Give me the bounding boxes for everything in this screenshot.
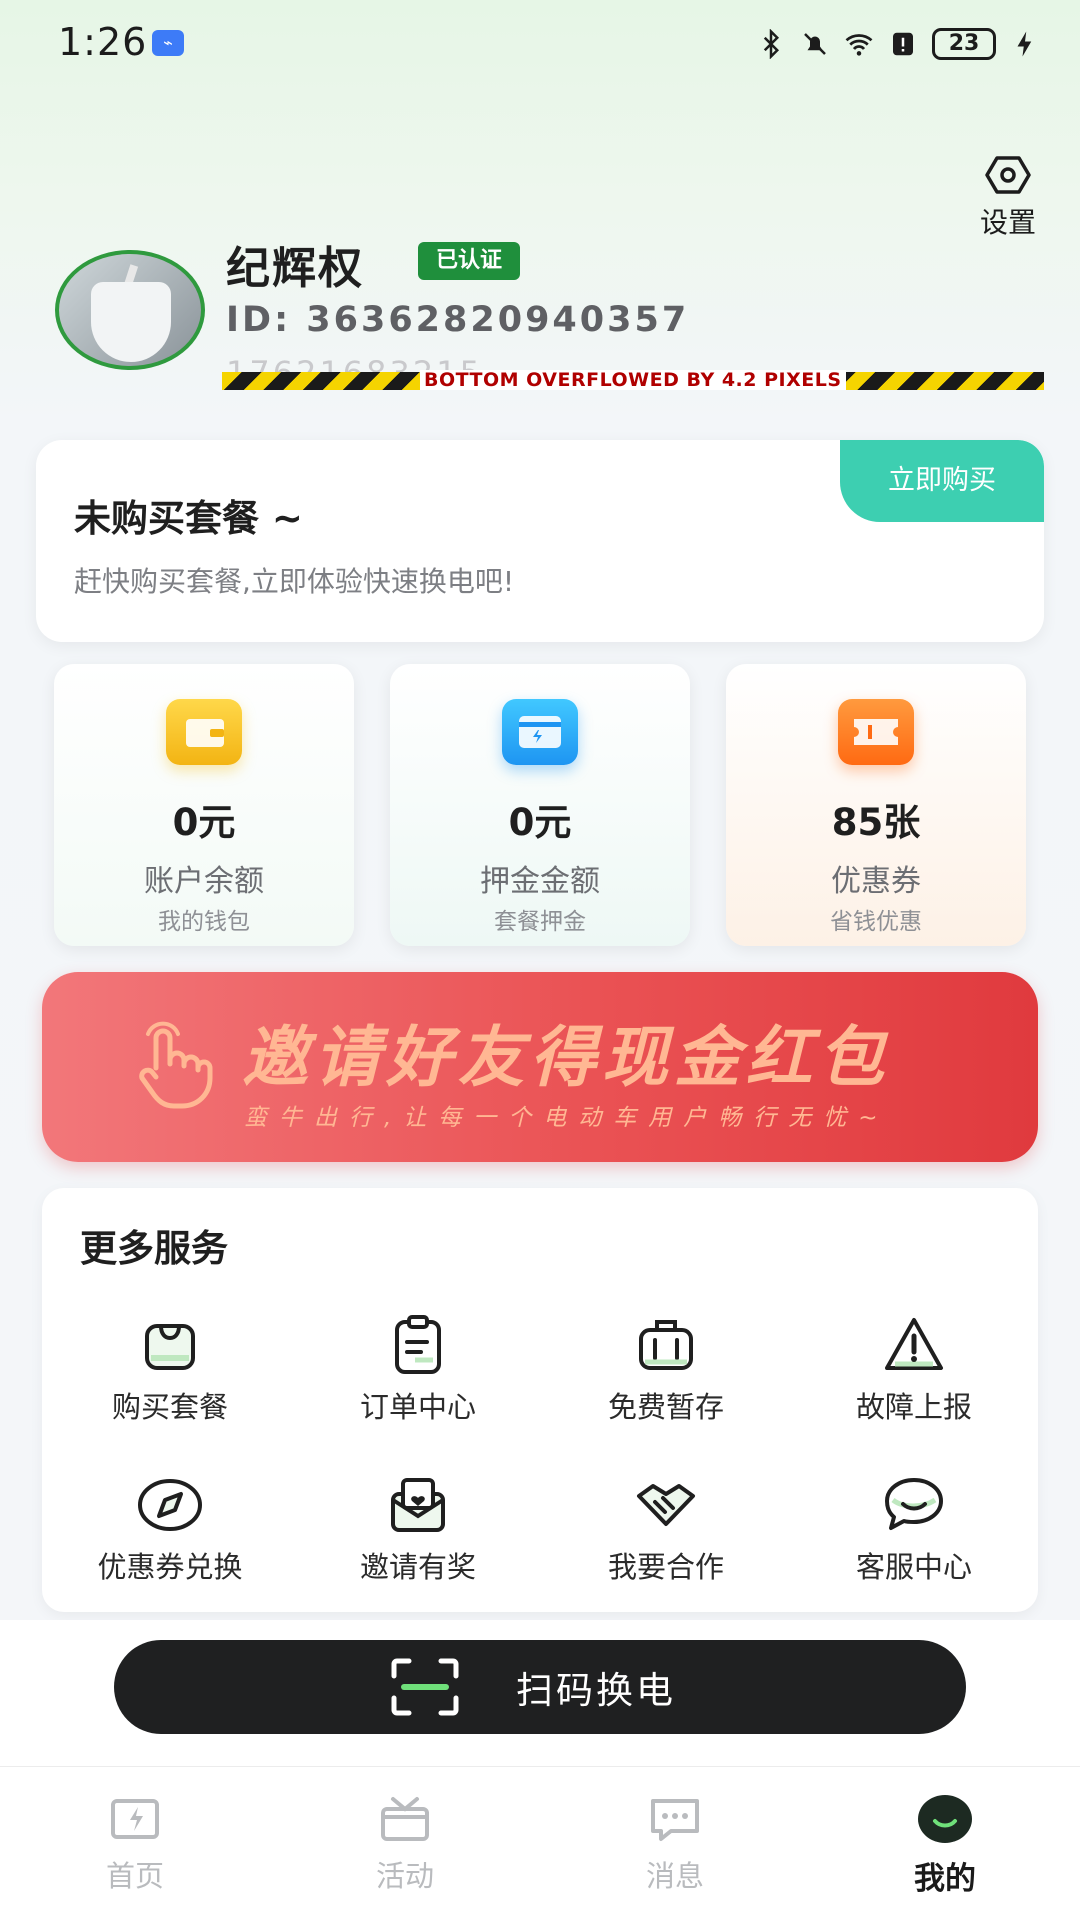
coupon-sub: 省钱优惠	[830, 909, 922, 935]
alert-icon	[893, 32, 913, 56]
nav-label: 活动	[375, 1859, 434, 1893]
more-services-title: 更多服务	[80, 1227, 228, 1270]
scan-label: 扫码换电	[516, 1669, 676, 1712]
shopping-bag-icon	[145, 1324, 195, 1370]
service-label: 优惠券兑换	[97, 1550, 243, 1584]
service-free-storage[interactable]: 免费暂存	[546, 1314, 786, 1434]
service-label: 故障上报	[855, 1390, 972, 1424]
avatar[interactable]	[55, 250, 205, 370]
luggage-icon	[639, 1320, 693, 1370]
deposit-label: 押金金额	[480, 864, 600, 899]
settings-label: 设置	[979, 206, 1036, 239]
invite-banner-title: 邀请好友得现金红包	[242, 1019, 890, 1096]
scan-icon	[391, 1658, 459, 1716]
wallet-icon	[166, 699, 242, 765]
invite-banner[interactable]: 邀请好友得现金红包 蛮牛出行,让每一个电动车用户畅行无忧~	[42, 972, 1038, 1162]
bell-muted-icon	[804, 33, 826, 55]
compass-icon	[138, 1479, 202, 1531]
home-battery-icon	[111, 1799, 159, 1839]
verified-badge: 已认证	[418, 242, 521, 280]
status-icons: 23	[756, 24, 1040, 64]
nav-label: 我的	[914, 1861, 976, 1897]
card-icon	[502, 699, 578, 765]
profile-face-icon	[918, 1795, 972, 1843]
deposit-sub: 套餐押金	[494, 909, 586, 935]
buy-now-button[interactable]: 立即购买	[840, 440, 1044, 522]
settings-hex-icon	[985, 156, 1031, 194]
balance-value: 0元	[172, 801, 236, 844]
status-time: 1:26	[58, 20, 148, 64]
package-card: 未购买套餐 ~ 赶快购买套餐,立即体验快速换电吧! 立即购买	[36, 440, 1044, 642]
message-icon	[651, 1799, 699, 1841]
service-label: 邀请有奖	[359, 1550, 476, 1584]
bluetooth-icon	[763, 29, 780, 59]
gift-envelope-icon	[391, 1478, 445, 1532]
gift-box-icon	[381, 1797, 429, 1841]
service-cooperation[interactable]: 我要合作	[546, 1474, 786, 1594]
warning-icon	[885, 1318, 943, 1370]
deposit-value: 0元	[508, 801, 572, 844]
nav-label: 首页	[105, 1859, 164, 1893]
service-label: 我要合作	[607, 1550, 724, 1584]
scan-swap-button[interactable]: 扫码换电	[114, 1640, 966, 1734]
nav-activity[interactable]: 活动	[325, 1793, 485, 1895]
overflow-warning-text: BOTTOM OVERFLOWED BY 4.2 PIXELS	[420, 370, 846, 390]
battery-indicator: 23	[932, 28, 996, 60]
invite-banner-subtitle: 蛮牛出行,让每一个电动车用户畅行无忧~	[244, 1105, 890, 1131]
service-label: 订单中心	[359, 1390, 476, 1424]
service-order-center[interactable]: 订单中心	[298, 1314, 538, 1434]
service-coupon-exchange[interactable]: 优惠券兑换	[50, 1474, 290, 1594]
nav-home[interactable]: 首页	[55, 1793, 215, 1895]
balance-sub: 我的钱包	[158, 909, 250, 935]
pointing-hand-icon	[139, 1021, 213, 1109]
coupon-label: 优惠券	[831, 864, 921, 899]
clipboard-icon	[395, 1315, 441, 1374]
service-label: 客服中心	[855, 1550, 972, 1584]
more-services-card: 更多服务 购买套餐 订单中心 免费暂存 故障上报 优惠券兑换 邀请有奖 我要合作…	[42, 1188, 1038, 1612]
nav-mine[interactable]: 我的	[865, 1793, 1025, 1898]
handshake-icon	[637, 1484, 695, 1526]
service-label: 购买套餐	[111, 1390, 228, 1424]
deposit-card[interactable]: 0元 押金金额 套餐押金	[390, 664, 690, 946]
chat-bubble-icon	[885, 1478, 943, 1530]
nav-messages[interactable]: 消息	[595, 1793, 755, 1895]
ticket-icon	[838, 699, 914, 765]
package-title: 未购买套餐 ~	[74, 497, 303, 540]
usb-icon: ⌁	[152, 30, 184, 56]
service-fault-report[interactable]: 故障上报	[794, 1314, 1034, 1434]
coupon-card[interactable]: 85张 优惠券 省钱优惠	[726, 664, 1026, 946]
account-balance-card[interactable]: 0元 账户余额 我的钱包	[54, 664, 354, 946]
user-name: 纪辉权	[226, 243, 364, 294]
wifi-icon	[845, 34, 873, 56]
nav-label: 消息	[645, 1859, 704, 1893]
service-buy-package[interactable]: 购买套餐	[50, 1314, 290, 1434]
balance-label: 账户余额	[144, 864, 264, 899]
settings-button[interactable]: 设置	[968, 155, 1048, 241]
bottom-nav: 首页 活动 消息 我的	[0, 1766, 1080, 1921]
coupon-value: 85张	[831, 801, 921, 844]
charging-icon	[1017, 31, 1032, 57]
service-customer-center[interactable]: 客服中心	[794, 1474, 1034, 1594]
package-subtitle: 赶快购买套餐,立即体验快速换电吧!	[74, 565, 515, 598]
service-invite-reward[interactable]: 邀请有奖	[298, 1474, 538, 1594]
service-label: 免费暂存	[607, 1390, 724, 1424]
user-id: ID: 36362820940357	[226, 300, 690, 340]
status-bar: 1:26 ⌁ 23	[0, 0, 1080, 90]
